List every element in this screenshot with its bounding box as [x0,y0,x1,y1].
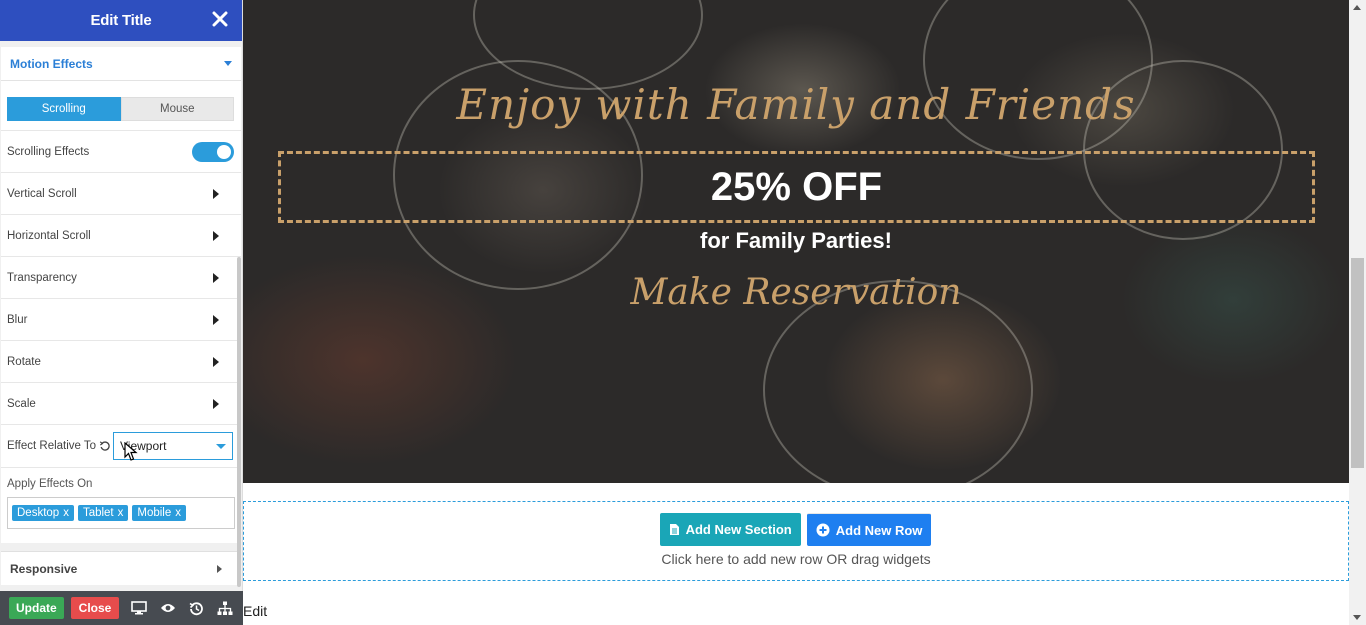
apply-effects-label: Apply Effects On [7,478,93,490]
motion-effects-header[interactable]: Motion Effects [1,47,241,81]
mouse-cursor-icon [124,441,138,465]
add-new-row-button[interactable]: Add New Row [806,513,932,546]
offer-title-box[interactable]: 25% OFF [278,151,1315,223]
tag-remove-icon[interactable]: x [63,507,69,519]
close-button[interactable]: Close [70,597,120,619]
effect-item-transparency[interactable]: Transparency [1,256,241,298]
add-new-row-label: Add New Row [835,522,923,538]
reservation-heading[interactable]: Make Reservation [243,272,1349,313]
chevron-right-icon [213,398,219,409]
responsive-label: Responsive [10,561,78,576]
chevron-down-icon [224,61,232,66]
page-canvas: Enjoy with Family and Friends 25% OFF fo… [243,0,1349,625]
preview-eye-icon[interactable] [159,598,177,618]
scrolling-effects-row: Scrolling Effects [1,130,241,172]
effect-relative-label-wrap: Effect Relative To [7,440,111,452]
tag-tablet: Tablet x [77,505,129,521]
panel-body: Motion Effects Scrolling Mouse Scrolling… [0,41,242,591]
update-button[interactable]: Update [9,597,64,619]
chevron-right-icon [213,230,219,241]
scroll-up-arrow-icon[interactable] [1353,5,1361,10]
effect-relative-row: Effect Relative To Viewport [1,424,241,467]
responsive-header[interactable]: Responsive [1,551,241,585]
scrollbar-thumb[interactable] [1351,258,1364,468]
apply-effects-block: Apply Effects On Desktop x Tablet x Mobile… [1,467,241,543]
add-new-section-label: Add New Section [685,522,792,537]
effect-item-vertical-scroll[interactable]: Vertical Scroll [1,172,241,214]
effect-item-scale[interactable]: Scale [1,382,241,424]
scrolling-effects-toggle[interactable] [192,141,234,162]
apply-effects-tag-input[interactable]: Desktop x Tablet x Mobile x [7,497,235,529]
hero-section[interactable]: Enjoy with Family and Friends 25% OFF fo… [243,0,1349,483]
desktop-icon[interactable] [130,598,148,618]
effect-label: Scale [7,397,36,410]
tag-remove-icon[interactable]: x [118,507,124,519]
tag-label: Mobile [137,507,172,519]
editor-panel: Edit Title Motion Effects Scrolling Mous… [0,0,243,625]
offer-title: 25% OFF [710,164,883,209]
effect-item-rotate[interactable]: Rotate [1,340,241,382]
effect-item-horizontal-scroll[interactable]: Horizontal Scroll [1,214,241,256]
toggle-knob [217,144,231,159]
reset-icon[interactable] [99,440,111,452]
tag-mobile: Mobile x [132,505,187,521]
tag-label: Desktop [17,507,60,519]
hero-subtitle[interactable]: for Family Parties! [243,228,1349,254]
effect-relative-label: Effect Relative To [7,440,97,452]
tag-remove-icon[interactable]: x [175,507,181,519]
tab-scrolling[interactable]: Scrolling [7,97,121,121]
effect-label: Vertical Scroll [7,187,77,200]
tag-label: Tablet [82,507,114,519]
effect-label: Blur [7,313,28,326]
scroll-down-arrow-icon[interactable] [1353,615,1361,620]
effect-label: Transparency [7,271,77,284]
add-section-dropzone[interactable]: Add New Section Add New Row Click here t… [243,501,1349,581]
chevron-down-icon [216,443,226,449]
panel-header: Edit Title [0,0,242,41]
chevron-right-icon [213,272,219,283]
effect-label: Rotate [7,355,41,368]
plus-circle-icon [816,523,830,537]
add-new-section-button[interactable]: Add New Section [659,513,801,546]
history-icon[interactable] [188,598,206,618]
scrolling-effects-label: Scrolling Effects [7,145,90,158]
edit-link[interactable]: Edit [243,603,267,619]
chevron-right-icon [213,356,219,367]
motion-effects-label: Motion Effects [10,56,93,71]
tab-mouse[interactable]: Mouse [120,97,234,121]
motion-tabs: Scrolling Mouse [1,81,241,130]
chevron-right-icon [213,314,219,325]
page-scrollbar[interactable] [1349,0,1366,625]
hero-headline[interactable]: Enjoy with Family and Friends [243,80,1349,129]
tag-desktop: Desktop x [12,505,74,521]
chevron-right-icon [213,188,219,199]
panel-scrollbar[interactable] [237,257,241,587]
navigator-tree-icon[interactable] [216,598,234,618]
dropzone-hint: Click here to add new row OR drag widget… [661,551,931,567]
effect-item-blur[interactable]: Blur [1,298,241,340]
panel-footer: Update Close [0,591,243,625]
document-icon [669,524,679,535]
panel-title: Edit Title [90,12,152,29]
dropzone-buttons: Add New Section Add New Row [244,513,1348,546]
effect-label: Horizontal Scroll [7,229,91,242]
close-icon[interactable] [208,6,232,32]
chevron-right-icon [217,564,222,573]
